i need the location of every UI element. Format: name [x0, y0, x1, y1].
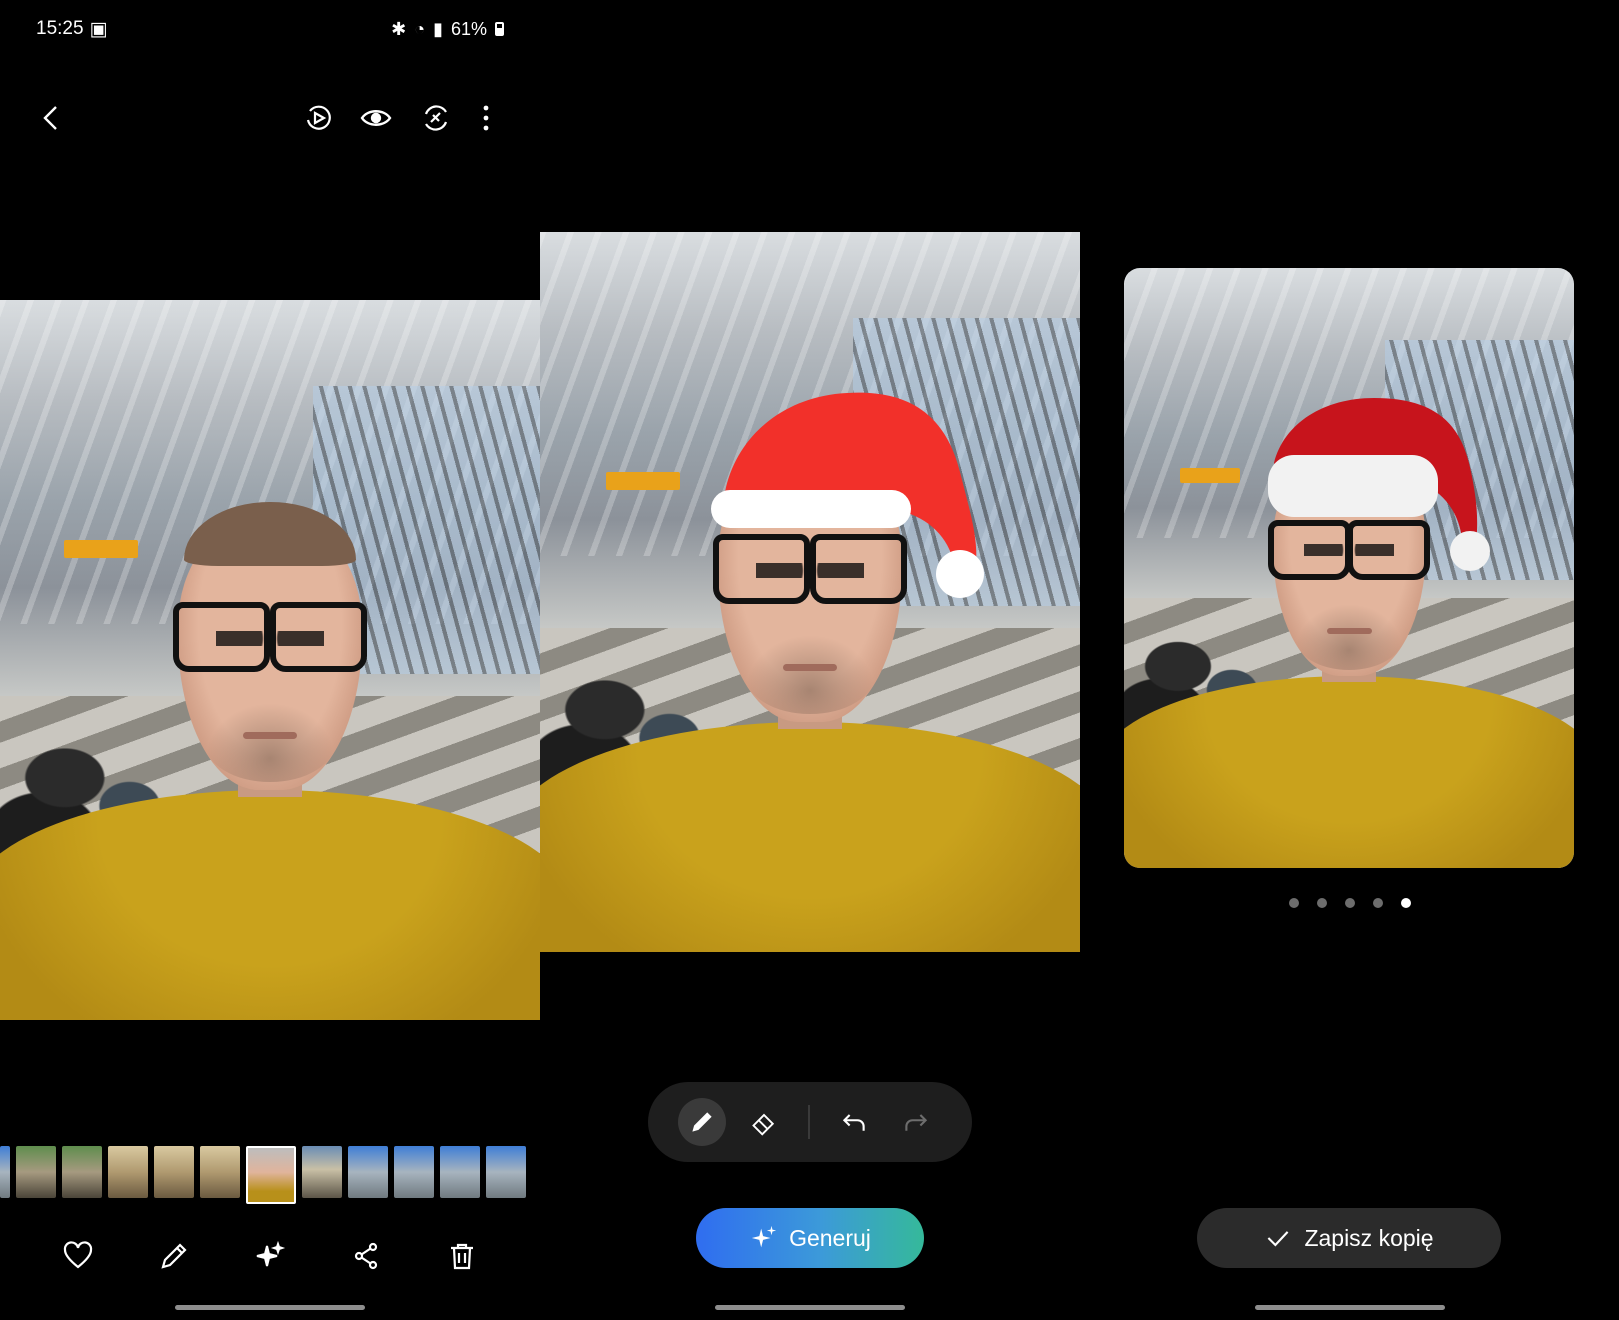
thumbnail[interactable]: [440, 1146, 480, 1198]
generated-photo[interactable]: [1124, 268, 1574, 868]
thumbnail[interactable]: [62, 1146, 102, 1198]
eye-icon[interactable]: [356, 98, 396, 138]
viewer-action-bar: [30, 1232, 510, 1280]
status-bar: 15:25 ▣ ✱ ◔ ▮ 61%: [36, 16, 504, 42]
generate-button[interactable]: Generuj: [696, 1208, 924, 1268]
wifi-icon: ◔: [414, 18, 426, 39]
share-icon[interactable]: [346, 1236, 386, 1276]
sparkle-icon[interactable]: [250, 1236, 290, 1276]
more-options-icon[interactable]: [466, 98, 506, 138]
remaster-icon[interactable]: [416, 98, 456, 138]
pencil-icon[interactable]: [154, 1236, 194, 1276]
save-copy-button[interactable]: Zapisz kopię: [1197, 1208, 1501, 1268]
bluetooth-icon: ✱: [391, 18, 407, 39]
thumbnail[interactable]: [394, 1146, 434, 1198]
gallery-viewer-screen: 15:25 ▣ ✱ ◔ ▮ 61%: [0, 0, 540, 1320]
thumbnail[interactable]: [108, 1146, 148, 1198]
page-dot-active[interactable]: [1400, 898, 1411, 908]
trash-icon[interactable]: [442, 1236, 482, 1276]
generate-label: Generuj: [789, 1224, 871, 1251]
airport-sign: [64, 540, 138, 558]
battery-icon: [495, 22, 504, 36]
home-indicator: [1254, 1305, 1445, 1310]
page-dot[interactable]: [1344, 898, 1355, 908]
save-copy-label: Zapisz kopię: [1304, 1224, 1434, 1251]
thumbnail-current[interactable]: [246, 1146, 296, 1204]
home-indicator: [175, 1305, 365, 1310]
battery-percent: 61%: [450, 18, 487, 39]
airport-sign: [606, 472, 680, 490]
eraser-icon[interactable]: [740, 1098, 788, 1146]
home-indicator: [715, 1305, 905, 1310]
pen-icon[interactable]: [678, 1098, 726, 1146]
page-indicator: [1080, 898, 1619, 908]
thumbnail[interactable]: [154, 1146, 194, 1198]
checkmark-icon: [1268, 1231, 1289, 1247]
generated-result-screen: Zapisz kopię: [1080, 0, 1619, 1320]
sketched-santa-hat[interactable]: [705, 382, 1005, 612]
signal-icon: ▮: [433, 18, 443, 39]
toolbar-divider: [808, 1105, 810, 1139]
heart-icon[interactable]: [58, 1236, 98, 1276]
editable-photo[interactable]: [540, 232, 1080, 952]
notification-icon: ▣: [89, 18, 108, 40]
page-dot[interactable]: [1372, 898, 1383, 908]
thumbnail[interactable]: [486, 1146, 526, 1198]
motion-play-icon[interactable]: [298, 98, 338, 138]
viewer-top-bar: [36, 96, 504, 140]
sketch-edit-screen: Generuj: [540, 0, 1080, 1320]
thumbnail[interactable]: [0, 1146, 10, 1198]
page-dot[interactable]: [1316, 898, 1327, 908]
thumbnail[interactable]: [16, 1146, 56, 1198]
generated-santa-hat: [1268, 398, 1490, 571]
thumbnail[interactable]: [302, 1146, 342, 1198]
thumbnail[interactable]: [200, 1146, 240, 1198]
thumbnail-filmstrip: [0, 1146, 540, 1204]
page-dot[interactable]: [1288, 898, 1299, 908]
drawing-toolbar: [648, 1082, 972, 1162]
airport-sign: [1180, 468, 1240, 483]
status-time: 15:25: [36, 18, 84, 39]
back-arrow-icon[interactable]: [32, 98, 72, 138]
main-photo[interactable]: [0, 300, 540, 1020]
undo-icon[interactable]: [830, 1098, 878, 1146]
thumbnail[interactable]: [348, 1146, 388, 1198]
redo-icon[interactable]: [892, 1098, 940, 1146]
sparkle-icon: [751, 1225, 777, 1248]
